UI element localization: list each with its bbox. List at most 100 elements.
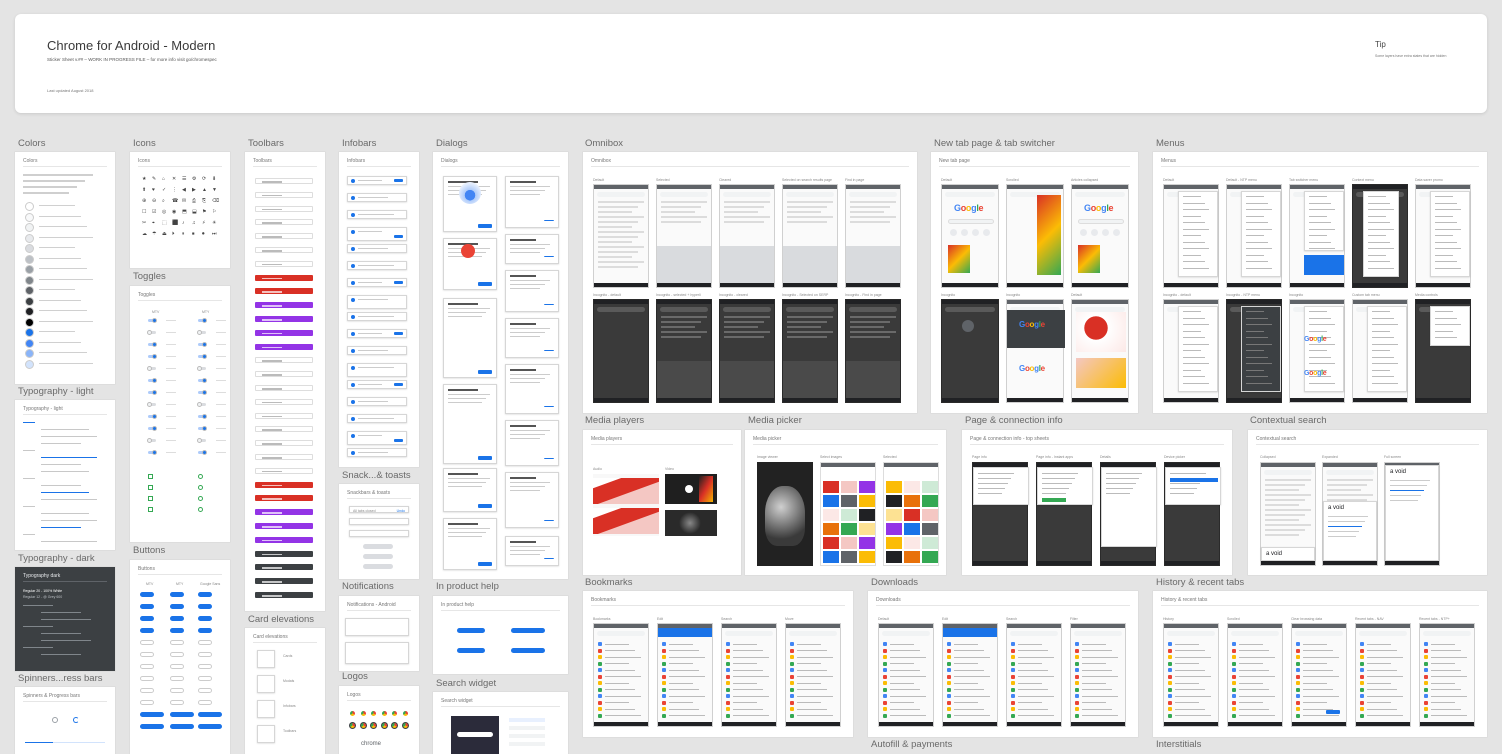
menu-item[interactable] [1435, 311, 1453, 312]
menu-item[interactable] [1183, 267, 1209, 269]
ntp-shortcut-tile[interactable] [950, 229, 957, 236]
toggle-thumb[interactable] [152, 354, 157, 359]
section-label-in-product-help[interactable]: In product help [436, 581, 499, 592]
toggle-thumb[interactable] [152, 414, 157, 419]
list-item[interactable] [890, 682, 914, 684]
menu-item[interactable] [1309, 363, 1335, 364]
list-item[interactable] [890, 676, 926, 677]
keyboard[interactable] [657, 246, 711, 287]
sample-button[interactable] [140, 676, 154, 681]
section-label-search-widget[interactable]: Search widget [436, 678, 496, 689]
list-item[interactable] [1018, 643, 1042, 645]
list-item[interactable] [605, 695, 641, 697]
section-label-omnibox[interactable]: Omnibox [585, 138, 623, 149]
menu-item[interactable] [1183, 196, 1201, 197]
sample-button[interactable] [170, 640, 184, 645]
media-thumbnail[interactable] [886, 509, 902, 521]
sample-button[interactable] [140, 664, 154, 669]
menu-item[interactable] [1435, 241, 1457, 243]
menu-item[interactable] [1435, 222, 1457, 223]
media-thumbnail[interactable] [859, 537, 875, 549]
dialog-text-button[interactable] [544, 558, 554, 562]
sample-button[interactable] [140, 712, 164, 717]
sample-button[interactable] [170, 604, 184, 609]
section-label-icons[interactable]: Icons [133, 138, 156, 149]
menu-item[interactable] [1372, 350, 1390, 351]
list-item[interactable] [1239, 715, 1275, 716]
url-bar[interactable] [945, 192, 995, 197]
sample-button[interactable] [140, 688, 154, 693]
menu-item[interactable] [1183, 330, 1201, 332]
toolbar-sample[interactable] [255, 481, 313, 488]
menu-item[interactable] [1246, 267, 1272, 269]
list-item[interactable] [1303, 682, 1327, 684]
sample-button[interactable] [140, 640, 154, 645]
menu-item[interactable] [1435, 261, 1457, 262]
list-item[interactable] [1431, 708, 1461, 710]
list-item[interactable] [605, 682, 629, 684]
list-item[interactable] [605, 702, 629, 703]
list-item[interactable] [1239, 650, 1269, 651]
dialog-text-button[interactable] [544, 406, 554, 410]
toggle-thumb[interactable] [197, 402, 202, 407]
section-label-card-elevations[interactable]: Card elevations [248, 614, 314, 625]
section-label-typography-dark[interactable]: Typography - dark [18, 553, 95, 564]
media-thumbnail[interactable] [841, 551, 857, 563]
list-item[interactable] [733, 708, 763, 710]
list-item[interactable] [669, 650, 699, 651]
ntp-shortcut-tile[interactable] [1080, 229, 1087, 236]
list-item[interactable] [1239, 708, 1269, 710]
menu-item[interactable] [1368, 196, 1386, 197]
board-in-product-help[interactable]: In product help [433, 596, 568, 674]
url-bar[interactable] [1167, 631, 1215, 636]
ntp-shortcut-tile[interactable] [1102, 229, 1109, 236]
sample-button[interactable] [198, 664, 212, 669]
section-label-snackbars[interactable]: Snack...& toasts [342, 470, 411, 481]
iph-bubble[interactable] [457, 628, 485, 633]
dialog-text-button[interactable] [544, 350, 554, 354]
infobar-button[interactable] [394, 179, 403, 182]
list-item[interactable] [1175, 695, 1211, 697]
list-item[interactable] [1367, 689, 1397, 690]
checkbox[interactable] [148, 507, 153, 512]
sample-button[interactable] [198, 592, 212, 597]
list-item[interactable] [733, 643, 757, 645]
list-item[interactable] [1367, 650, 1397, 651]
board-media-players[interactable]: Media players Audio Video [583, 430, 741, 575]
list-item[interactable] [954, 708, 984, 710]
toolbar-sample[interactable] [255, 178, 313, 184]
checkbox[interactable] [148, 485, 153, 490]
media-thumbnail[interactable] [823, 481, 839, 493]
snackbar-action[interactable]: Undo [397, 509, 405, 513]
menu-item[interactable] [1246, 241, 1268, 243]
menu-item[interactable] [1246, 376, 1268, 377]
list-item[interactable] [1082, 656, 1118, 658]
radio-button[interactable] [198, 474, 203, 479]
media-thumbnail[interactable] [823, 551, 839, 563]
dialog-text-button[interactable] [544, 256, 554, 260]
toggle-thumb[interactable] [152, 426, 157, 431]
section-label-history[interactable]: History & recent tabs [1156, 577, 1244, 588]
media-thumbnail[interactable] [859, 495, 875, 507]
dialog-text-button[interactable] [544, 304, 554, 308]
checkbox[interactable] [148, 474, 153, 479]
menu-item[interactable] [1368, 235, 1386, 236]
list-item[interactable] [1018, 669, 1048, 671]
keyboard[interactable] [846, 361, 900, 402]
menu-item[interactable] [1309, 202, 1331, 204]
menu-item[interactable] [1183, 337, 1205, 338]
media-thumbnail[interactable] [823, 495, 839, 507]
sample-button[interactable] [170, 676, 184, 681]
dialog-primary-button[interactable] [478, 282, 492, 286]
ntp-shortcut-tile[interactable] [972, 229, 979, 236]
overflow-menu[interactable] [1178, 306, 1218, 392]
keyboard[interactable] [720, 246, 774, 287]
board-snackbars[interactable]: Snackbars & toasts All tabs closed Undo [339, 484, 419, 579]
list-item[interactable] [733, 669, 763, 671]
list-item[interactable] [1082, 695, 1118, 697]
toolbar-sample[interactable] [255, 233, 313, 240]
list-item[interactable] [1082, 702, 1106, 703]
list-item[interactable] [797, 689, 827, 690]
sample-button[interactable] [170, 616, 184, 621]
list-item[interactable] [954, 650, 984, 651]
